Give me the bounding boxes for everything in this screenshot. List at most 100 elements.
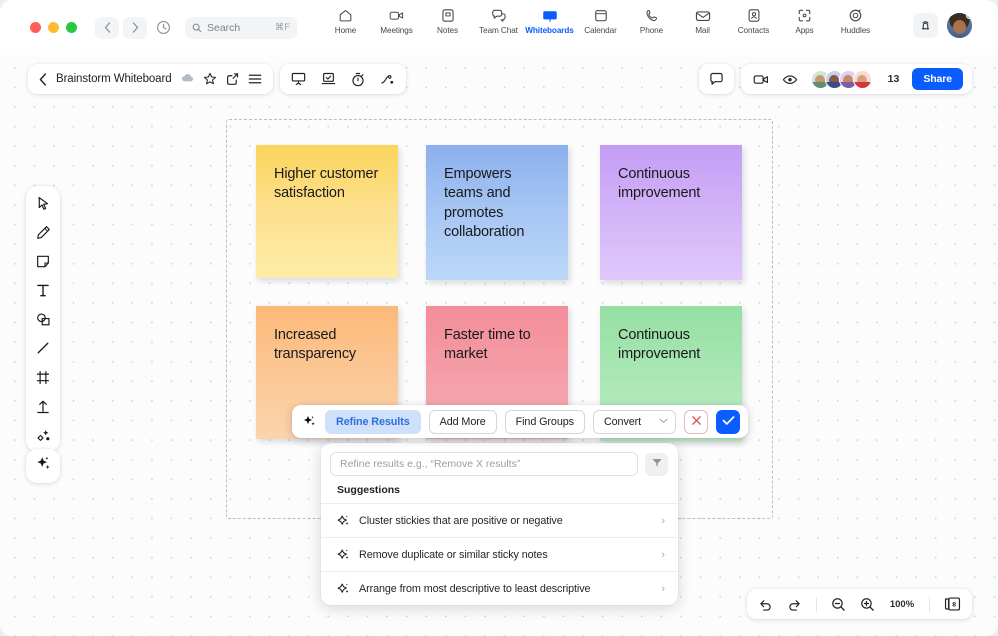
bell-notifications-icon[interactable] (913, 13, 938, 38)
online-status-dot (966, 13, 972, 19)
whiteboard-canvas[interactable]: Brainstorm Whiteboard 13 Share Higher cu… (0, 55, 998, 636)
text-tool[interactable] (33, 281, 53, 299)
tool-rail (26, 186, 60, 452)
frame-tool[interactable] (33, 368, 53, 386)
laser-pointer-icon[interactable] (380, 72, 395, 86)
nav-label: Notes (437, 26, 458, 35)
upload-tool[interactable] (33, 397, 53, 415)
sticky-note-text: Increased transparency (274, 327, 357, 363)
ai-assistant-tool[interactable] (26, 449, 60, 483)
select-tool[interactable] (33, 194, 53, 212)
nav-item-home[interactable]: Home (320, 8, 371, 35)
suggestions-heading: Suggestions (337, 484, 401, 496)
pen-tool[interactable] (33, 223, 53, 241)
nav-label: Whiteboards (525, 26, 574, 35)
phone-icon (645, 8, 659, 23)
global-search-bar[interactable]: Search ⌘F (185, 16, 297, 39)
send-arrow-icon (651, 457, 663, 472)
x-icon (691, 414, 702, 429)
convert-dropdown-label: Convert (603, 415, 642, 428)
add-more-button[interactable]: Add More (428, 409, 497, 434)
home-icon (338, 8, 353, 23)
nav-item-whiteboards[interactable]: Whiteboards (524, 8, 575, 35)
star-icon[interactable] (203, 72, 217, 86)
board-title-group: Brainstorm Whiteboard (28, 64, 273, 94)
avatar-face (953, 20, 966, 34)
nav-label: Phone (639, 26, 664, 35)
top-right-controls (913, 13, 972, 38)
nav-item-team-chat[interactable]: Team Chat (473, 8, 524, 35)
suggestion-text: Cluster stickies that are positive or ne… (359, 514, 563, 527)
share-button[interactable]: Share (912, 68, 963, 90)
accept-button[interactable] (716, 409, 741, 434)
back-chevron-icon[interactable] (39, 72, 47, 86)
nav-item-phone[interactable]: Phone (626, 8, 677, 35)
participant-avatars[interactable] (810, 69, 872, 89)
back-button[interactable] (95, 16, 119, 39)
chevron-right-icon: › (661, 548, 665, 561)
mail-icon (695, 8, 711, 23)
eye-follow-icon[interactable] (782, 73, 798, 86)
zoom-out-button[interactable] (831, 597, 846, 612)
chevron-right-icon: › (661, 582, 665, 595)
save-to-device-icon[interactable] (321, 72, 336, 86)
redo-button[interactable] (787, 598, 802, 611)
sparkle-shapes-icon[interactable] (33, 426, 53, 444)
forward-button[interactable] (123, 16, 147, 39)
nav-item-meetings[interactable]: Meetings (371, 8, 422, 35)
board-toolbar-left: Brainstorm Whiteboard (28, 64, 406, 94)
sticky-note-text: Faster time to market (444, 327, 531, 363)
nav-label: Huddles (840, 26, 871, 35)
nav-item-huddles[interactable]: Huddles (830, 8, 881, 35)
nav-item-notes[interactable]: Notes (422, 8, 473, 35)
cloud-icon (181, 73, 194, 86)
user-avatar[interactable] (947, 13, 972, 38)
refine-results-button[interactable]: Refine Results (325, 409, 421, 434)
nav-label: Contacts (737, 26, 770, 35)
convert-dropdown[interactable]: Convert (592, 409, 677, 434)
comment-icon[interactable] (709, 72, 724, 86)
history-icon[interactable] (151, 17, 175, 39)
suggestion-item[interactable]: Arrange from most descriptive to least d… (321, 571, 678, 605)
nav-item-calendar[interactable]: Calendar (575, 8, 626, 35)
find-groups-button[interactable]: Find Groups (504, 409, 585, 434)
pages-button[interactable]: 8 (944, 596, 961, 612)
nav-label: Apps (795, 26, 814, 35)
nav-item-apps[interactable]: Apps (779, 8, 830, 35)
main-navigation: Home Meetings Notes Team Chat Whiteboard… (320, 8, 881, 35)
zoom-level-label[interactable]: 100% (889, 599, 915, 610)
close-window-button[interactable] (30, 22, 41, 33)
sticky-note[interactable]: Continuous improvement (600, 145, 742, 280)
send-button[interactable] (645, 452, 668, 476)
calendar-icon (594, 8, 608, 23)
huddles-icon (848, 8, 863, 23)
minimize-window-button[interactable] (48, 22, 59, 33)
share-export-icon[interactable] (226, 72, 239, 86)
apps-icon (797, 8, 812, 23)
refine-results-input[interactable] (330, 452, 638, 476)
presence-group: 13 Share (740, 64, 972, 94)
shape-tool[interactable] (33, 310, 53, 328)
present-icon[interactable] (291, 72, 306, 86)
suggestion-item[interactable]: Cluster stickies that are positive or ne… (321, 503, 678, 537)
menu-icon[interactable] (248, 73, 262, 85)
whiteboard-icon (542, 8, 558, 23)
sticky-note-text: Empowers teams and promotes collaboratio… (444, 166, 525, 240)
zoom-in-button[interactable] (860, 597, 875, 612)
sticky-note[interactable]: Empowers teams and promotes collaboratio… (426, 145, 568, 280)
undo-button[interactable] (758, 598, 773, 611)
suggestion-item[interactable]: Remove duplicate or similar sticky notes… (321, 537, 678, 571)
nav-item-contacts[interactable]: Contacts (728, 8, 779, 35)
dismiss-button[interactable] (684, 409, 709, 434)
comment-group (698, 64, 734, 94)
sticky-note[interactable]: Higher customer satisfaction (256, 145, 398, 278)
nav-item-mail[interactable]: Mail (677, 8, 728, 35)
timer-icon[interactable] (351, 72, 365, 87)
maximize-window-button[interactable] (66, 22, 77, 33)
sparkle-icon (35, 455, 52, 477)
board-title[interactable]: Brainstorm Whiteboard (56, 73, 172, 85)
line-tool[interactable] (33, 339, 53, 357)
sticky-note-tool[interactable] (33, 252, 53, 270)
contacts-icon (747, 8, 761, 23)
video-icon[interactable] (753, 73, 769, 86)
